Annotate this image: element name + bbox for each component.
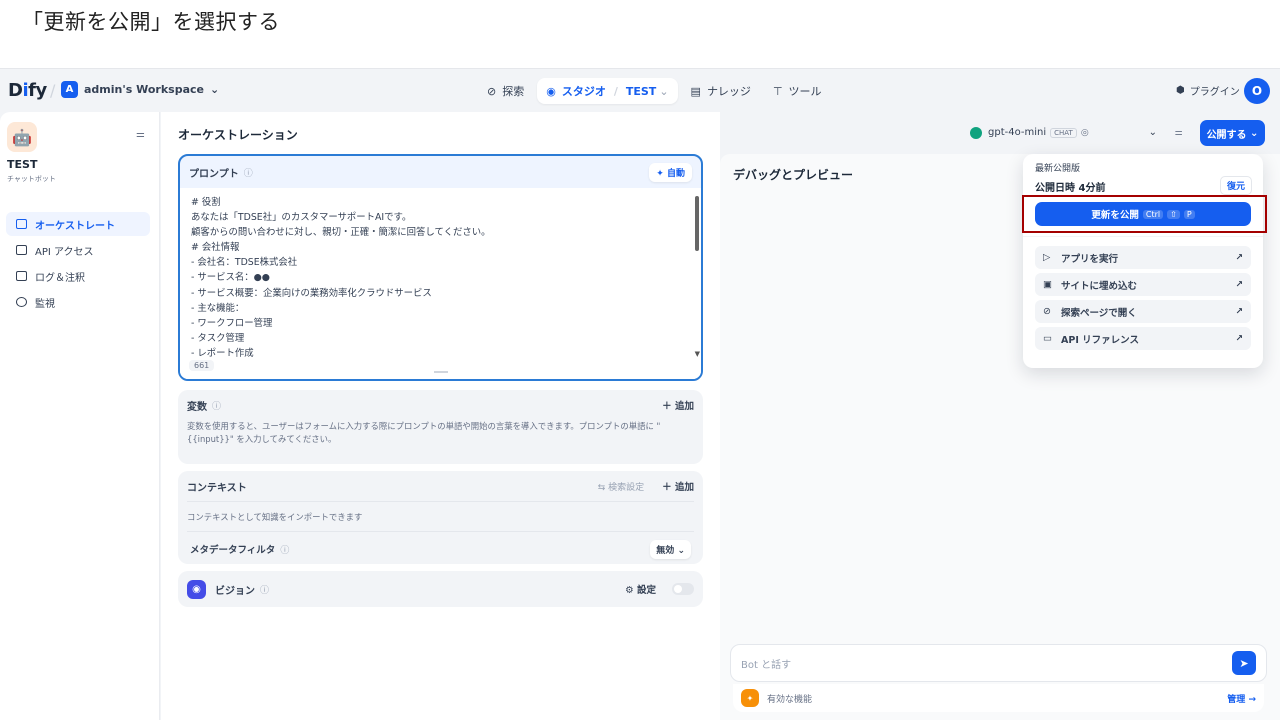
sliders-icon[interactable]: ⚌ — [136, 129, 145, 140]
embed-icon: ▣ — [1043, 279, 1052, 290]
latest-version-label: 最新公開版 — [1035, 164, 1081, 174]
sidebar-item-orchestrate[interactable]: オーケストレート — [6, 212, 150, 236]
dashboard-icon — [16, 297, 27, 307]
publish-button[interactable]: 公開する ⌄ — [1200, 120, 1265, 146]
external-link-icon: ↗ — [1235, 333, 1243, 344]
chevron-down-icon: ⌄ — [659, 84, 669, 98]
open-explore-item[interactable]: ⊘ 探索ページで開く ↗ — [1035, 300, 1251, 323]
workspace-switcher[interactable]: A admin's Workspace ⌄ — [61, 81, 219, 98]
book-icon: ▤ — [690, 84, 701, 98]
features-bar: ✦ 有効な機能 管理 → — [733, 684, 1264, 712]
add-context-button[interactable]: ＋ 追加 — [662, 479, 694, 493]
terminal-icon: ▭ — [1043, 333, 1052, 344]
metadata-filter-row: メタデータフィルタ ⓘ 無効 ⌄ — [178, 532, 703, 566]
workspace-name: admin's Workspace — [84, 83, 204, 96]
app-sidebar: 🤖 ⚌ TEST チャットボット オーケストレート API アクセス ログ＆注釈… — [0, 112, 160, 720]
nav-studio[interactable]: ◉ スタジオ / TEST ⌄ — [537, 78, 678, 104]
help-icon[interactable]: ⓘ — [212, 399, 221, 412]
scroll-down-icon[interactable]: ▼ — [695, 350, 700, 358]
play-icon: ▷ — [1043, 252, 1051, 263]
run-app-item[interactable]: ▷ アプリを実行 ↗ — [1035, 246, 1251, 269]
add-variable-button[interactable]: ＋ 追加 — [662, 398, 694, 412]
dify-logo[interactable]: Dify — [8, 80, 47, 101]
eye-icon: ◉ — [187, 579, 206, 599]
app-type: チャットボット — [7, 175, 56, 183]
send-icon[interactable]: ➤ — [1232, 651, 1256, 675]
workspace-badge: A — [61, 81, 78, 98]
debug-title: デバッグとプレビュー — [733, 168, 854, 182]
features-icon: ✦ — [741, 689, 759, 707]
published-time: 公開日時 4分前 — [1035, 183, 1106, 194]
separator: / — [50, 81, 56, 100]
instruction-caption: 「更新を公開」を選択する — [22, 10, 280, 34]
sidebar-item-api-access[interactable]: API アクセス — [6, 238, 150, 262]
orchestration-panel: オーケストレーション プロンプト ⓘ ✦ 自動 # 役割 あなたは「TDSE社」… — [161, 112, 720, 720]
chevron-down-icon: ⌄ — [1148, 127, 1157, 138]
mode-badge: CHAT — [1050, 127, 1077, 138]
manage-features-button[interactable]: 管理 → — [1227, 692, 1256, 705]
help-icon[interactable]: ⓘ — [280, 543, 289, 556]
embed-site-item[interactable]: ▣ サイトに埋め込む ↗ — [1035, 273, 1251, 296]
compass-icon: ⊘ — [1043, 306, 1051, 317]
hammer-icon: ⊤ — [772, 84, 783, 98]
context-description: コンテキストとして知識をインポートできます — [187, 512, 363, 522]
auto-generate-button[interactable]: ✦ 自動 — [649, 162, 692, 182]
model-settings-button[interactable]: ⚌ — [1167, 121, 1190, 144]
vision-header: ◉ ビジョン ⓘ ⚙ 設定 — [178, 571, 703, 607]
chevron-down-icon: ⌄ — [209, 83, 220, 96]
avatar[interactable]: O — [1244, 78, 1270, 104]
file-list-icon — [16, 271, 27, 281]
current-app-selector[interactable]: TEST ⌄ — [626, 85, 669, 98]
resize-handle[interactable] — [434, 371, 448, 373]
external-link-icon: ↗ — [1235, 306, 1243, 317]
publish-actions: ▷ アプリを実行 ↗ ▣ サイトに埋め込む ↗ ⊘ 探索ページで開く ↗ ▭ A… — [1035, 246, 1251, 354]
sidebar-menu: オーケストレート API アクセス ログ＆注釈 監視 — [6, 212, 150, 316]
vision-settings-button[interactable]: ⚙ 設定 — [625, 582, 656, 596]
dify-app: Dify / A admin's Workspace ⌄ ⊘ 探索 ◉ スタジオ… — [0, 68, 1280, 720]
sliders-icon: ⚌ — [1174, 127, 1183, 138]
external-link-icon: ↗ — [1235, 279, 1243, 290]
context-card: コンテキスト ⇆ 検索設定 ＋ 追加 コンテキストとして知識をインポートできます… — [178, 471, 703, 564]
compass-icon: ⊘ — [487, 84, 497, 98]
terminal-icon — [16, 245, 27, 255]
restore-button[interactable]: 復元 — [1220, 176, 1253, 195]
prompt-editor[interactable]: プロンプト ⓘ ✦ 自動 # 役割 あなたは「TDSE社」のカスタマーサポートA… — [178, 154, 703, 381]
sidebar-item-monitoring[interactable]: 監視 — [6, 290, 150, 314]
context-header: コンテキスト ⇆ 検索設定 ＋ 追加 — [178, 471, 703, 501]
prompt-scrollbar[interactable] — [695, 196, 699, 251]
eye-icon: ◎ — [1080, 127, 1089, 138]
api-reference-item[interactable]: ▭ API リファレンス ↗ — [1035, 327, 1251, 350]
plugin-button[interactable]: ⬢ プラグイン — [1176, 83, 1240, 98]
cube-icon: ⬢ — [1176, 85, 1185, 96]
external-link-icon: ↗ — [1235, 252, 1243, 263]
search-settings-button[interactable]: ⇆ 検索設定 — [598, 480, 644, 493]
variables-header: 変数 ⓘ ＋ 追加 — [178, 390, 703, 420]
model-selector[interactable]: gpt-4o-mini CHAT ◎ ⌄ — [962, 120, 1165, 145]
layout-icon — [16, 219, 27, 229]
main-nav: ⊘ 探索 ◉ スタジオ / TEST ⌄ ▤ ナレッジ ⊤ ツール — [478, 78, 831, 104]
top-bar: Dify / A admin's Workspace ⌄ ⊘ 探索 ◉ スタジオ… — [0, 69, 1280, 112]
prompt-textarea[interactable]: # 役割 あなたは「TDSE社」のカスタマーサポートAIです。 顧客からの問い合… — [180, 188, 701, 379]
robot-icon: 🤖 — [7, 122, 37, 152]
metadata-filter-select[interactable]: 無効 ⌄ — [650, 539, 691, 559]
vision-toggle[interactable] — [672, 583, 694, 595]
char-count: 661 — [189, 360, 215, 371]
robot-icon: ◉ — [546, 84, 556, 98]
openai-icon — [970, 126, 982, 139]
app-name: TEST — [7, 158, 38, 171]
prompt-header: プロンプト ⓘ ✦ 自動 — [180, 156, 701, 188]
nav-knowledge[interactable]: ▤ ナレッジ — [682, 78, 760, 104]
highlight-box — [1022, 195, 1267, 233]
help-icon[interactable]: ⓘ — [244, 166, 253, 179]
sidebar-item-logs[interactable]: ログ＆注釈 — [6, 264, 150, 288]
publish-menu: 最新公開版 公開日時 4分前 復元 更新を公開 Ctrl ⇧ P ▷ アプリを実… — [1023, 154, 1263, 368]
nav-tools[interactable]: ⊤ ツール — [764, 78, 831, 104]
chat-input[interactable]: Bot と話す ➤ — [730, 644, 1267, 682]
variables-card: 変数 ⓘ ＋ 追加 変数を使用すると、ユーザーはフォームに入力する際にプロンプト… — [178, 390, 703, 464]
nav-explore[interactable]: ⊘ 探索 — [478, 78, 533, 104]
vision-card: ◉ ビジョン ⓘ ⚙ 設定 — [178, 571, 703, 607]
variables-description: 変数を使用すると、ユーザーはフォームに入力する際にプロンプトの単語や開始の言葉を… — [187, 421, 661, 444]
help-icon[interactable]: ⓘ — [260, 583, 269, 596]
page-title: オーケストレーション — [178, 128, 298, 142]
